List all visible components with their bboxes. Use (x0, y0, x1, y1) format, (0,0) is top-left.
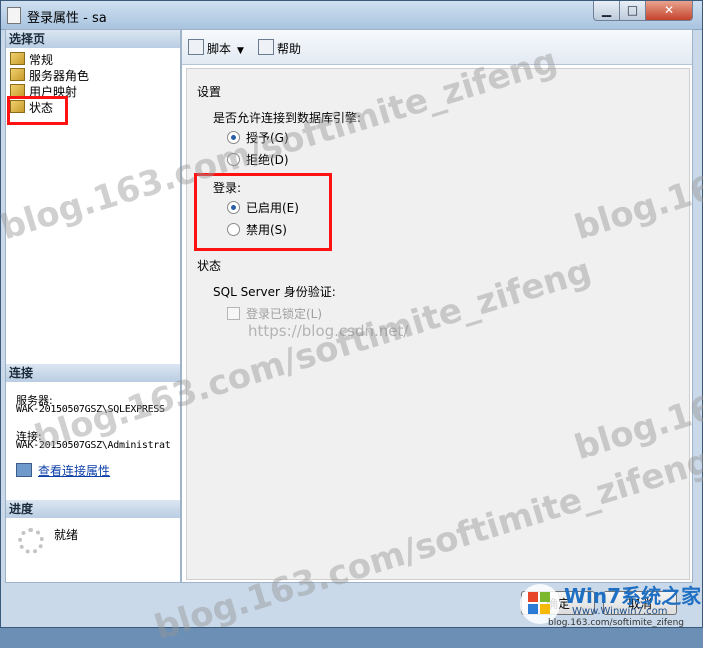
toolbar: 脚本 ▼ 帮助 (182, 30, 692, 65)
page-icon (10, 52, 25, 65)
connection-header: 连接 (6, 364, 180, 382)
select-page-header: 选择页 (6, 30, 180, 48)
view-connection-properties-link[interactable]: 查看连接属性 (16, 462, 110, 479)
chevron-down-icon[interactable]: ▼ (237, 42, 244, 60)
progress-spinner-icon (18, 528, 44, 554)
connection-value: WAK-20150507GSZ\Administrat (16, 440, 171, 451)
connection-properties-icon (16, 463, 32, 477)
help-label: 帮助 (277, 42, 302, 56)
radio-button[interactable] (227, 153, 240, 166)
close-button[interactable]: ✕ (645, 1, 693, 21)
permission-question: 是否允许连接到数据库引擎: (213, 111, 362, 125)
grant-label: 授予(G) (246, 131, 289, 145)
script-icon (188, 39, 204, 55)
logo-brand: Win7系统之家 (564, 584, 702, 608)
progress-status: 就绪 (54, 528, 79, 542)
window-title: 登录属性 - sa (27, 11, 107, 26)
logo-url: Www.Winwin7.com (572, 606, 668, 617)
deny-radio[interactable]: 拒绝(D) (227, 153, 289, 168)
settings-title: 设置 (197, 85, 222, 99)
site-logo: Win7系统之家 Www.Winwin7.com blog.163.com/so… (514, 578, 702, 628)
locked-out-checkbox[interactable]: 登录已锁定(L) (227, 307, 322, 322)
script-button[interactable]: 脚本 ▼ (188, 39, 244, 57)
help-icon (258, 39, 274, 55)
minimize-button[interactable]: ▁ (593, 1, 620, 21)
page-item-general[interactable]: 常规 (10, 52, 53, 67)
script-label: 脚本 (207, 42, 232, 56)
title-bar[interactable]: 登录属性 - sa ▁ □ ✕ (1, 1, 702, 30)
document-icon (7, 7, 21, 24)
logo-credit: blog.163.com/softimite_zifeng (548, 618, 685, 628)
server-value: WAK-20150507GSZ\SQLEXPRESS (16, 404, 165, 415)
sql-auth-label: SQL Server 身份验证: (213, 285, 336, 299)
grant-radio[interactable]: 授予(G) (227, 131, 289, 146)
settings-panel: 设置 是否允许连接到数据库引擎: 授予(G) 拒绝(D) 登录: 已启用(E) … (186, 68, 690, 580)
progress-header: 进度 (6, 500, 180, 518)
status-title: 状态 (197, 259, 222, 273)
maximize-button[interactable]: □ (619, 1, 646, 21)
checkbox[interactable] (227, 307, 240, 320)
login-properties-window: 登录属性 - sa ▁ □ ✕ 选择页 常规 服务器角色 用户映射 状态 连接 … (0, 0, 703, 628)
page-item-label: 服务器角色 (29, 69, 90, 83)
page-icon (10, 68, 25, 81)
radio-button[interactable] (227, 131, 240, 144)
link-label: 查看连接属性 (38, 464, 111, 478)
help-button[interactable]: 帮助 (258, 39, 301, 57)
deny-label: 拒绝(D) (246, 153, 289, 167)
login-highlight-box (194, 173, 332, 251)
locked-out-label: 登录已锁定(L) (246, 307, 323, 321)
page-item-label: 常规 (29, 53, 54, 67)
left-pane: 选择页 常规 服务器角色 用户映射 状态 连接 服务器: WAK-2015050… (5, 29, 181, 583)
status-highlight-box (7, 96, 68, 125)
right-pane: 脚本 ▼ 帮助 设置 是否允许连接到数据库引擎: 授予(G) 拒绝(D) 登录: … (181, 29, 693, 583)
page-item-server-roles[interactable]: 服务器角色 (10, 68, 89, 83)
